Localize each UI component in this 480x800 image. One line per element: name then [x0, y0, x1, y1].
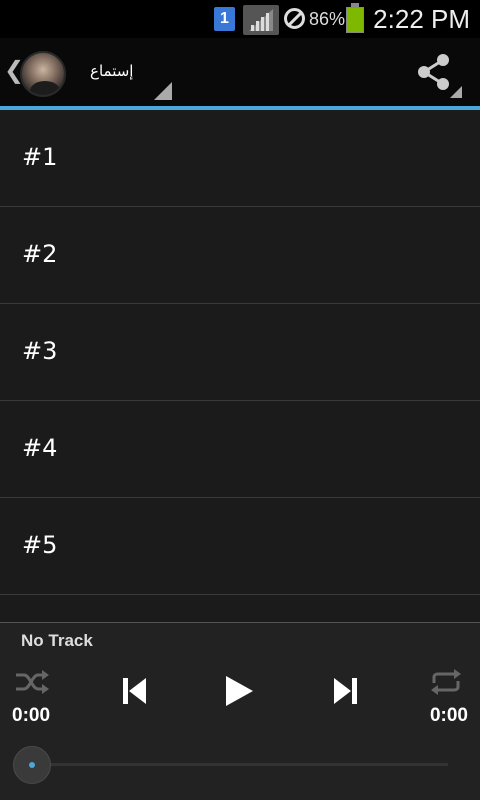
track-label: #1: [22, 143, 58, 171]
notification-icon: 1: [214, 7, 235, 31]
track-list[interactable]: #1 #2 #3 #4 #5: [0, 110, 480, 622]
seek-bar-thumb[interactable]: [13, 746, 51, 784]
clock: 2:22 PM: [373, 4, 470, 34]
page-title[interactable]: إستماع: [90, 62, 133, 80]
player-controls: No Track 0:00 0:00: [0, 622, 480, 800]
next-icon[interactable]: [330, 675, 360, 707]
dropdown-indicator-icon: [154, 82, 172, 100]
track-label: #3: [22, 337, 58, 365]
list-item[interactable]: #1: [0, 110, 480, 207]
action-bar: ❮ إستماع: [0, 38, 480, 106]
list-item[interactable]: #5: [0, 498, 480, 595]
share-icon[interactable]: [414, 52, 454, 92]
previous-icon[interactable]: [120, 675, 150, 707]
status-bar: 1 86% 2:22 PM: [0, 0, 480, 38]
battery-percent: 86%: [309, 9, 346, 29]
seek-bar[interactable]: [30, 763, 448, 766]
play-icon[interactable]: [222, 673, 256, 709]
track-label: #5: [22, 531, 58, 559]
shuffle-icon[interactable]: [14, 667, 50, 697]
total-duration: 0:00: [429, 705, 468, 726]
do-not-disturb-icon: [284, 8, 305, 29]
list-item[interactable]: #2: [0, 207, 480, 304]
signal-icon: [243, 5, 279, 35]
list-item[interactable]: #3: [0, 304, 480, 401]
track-label: #4: [22, 434, 58, 462]
battery-icon: [346, 3, 364, 33]
track-label: #2: [22, 240, 58, 268]
elapsed-time: 0:00: [12, 705, 51, 726]
avatar[interactable]: [20, 51, 66, 97]
list-item[interactable]: [0, 595, 480, 622]
now-playing-title: No Track: [21, 631, 93, 650]
share-dropdown-indicator-icon: [450, 86, 462, 98]
repeat-icon[interactable]: [428, 667, 464, 697]
list-item[interactable]: #4: [0, 401, 480, 498]
